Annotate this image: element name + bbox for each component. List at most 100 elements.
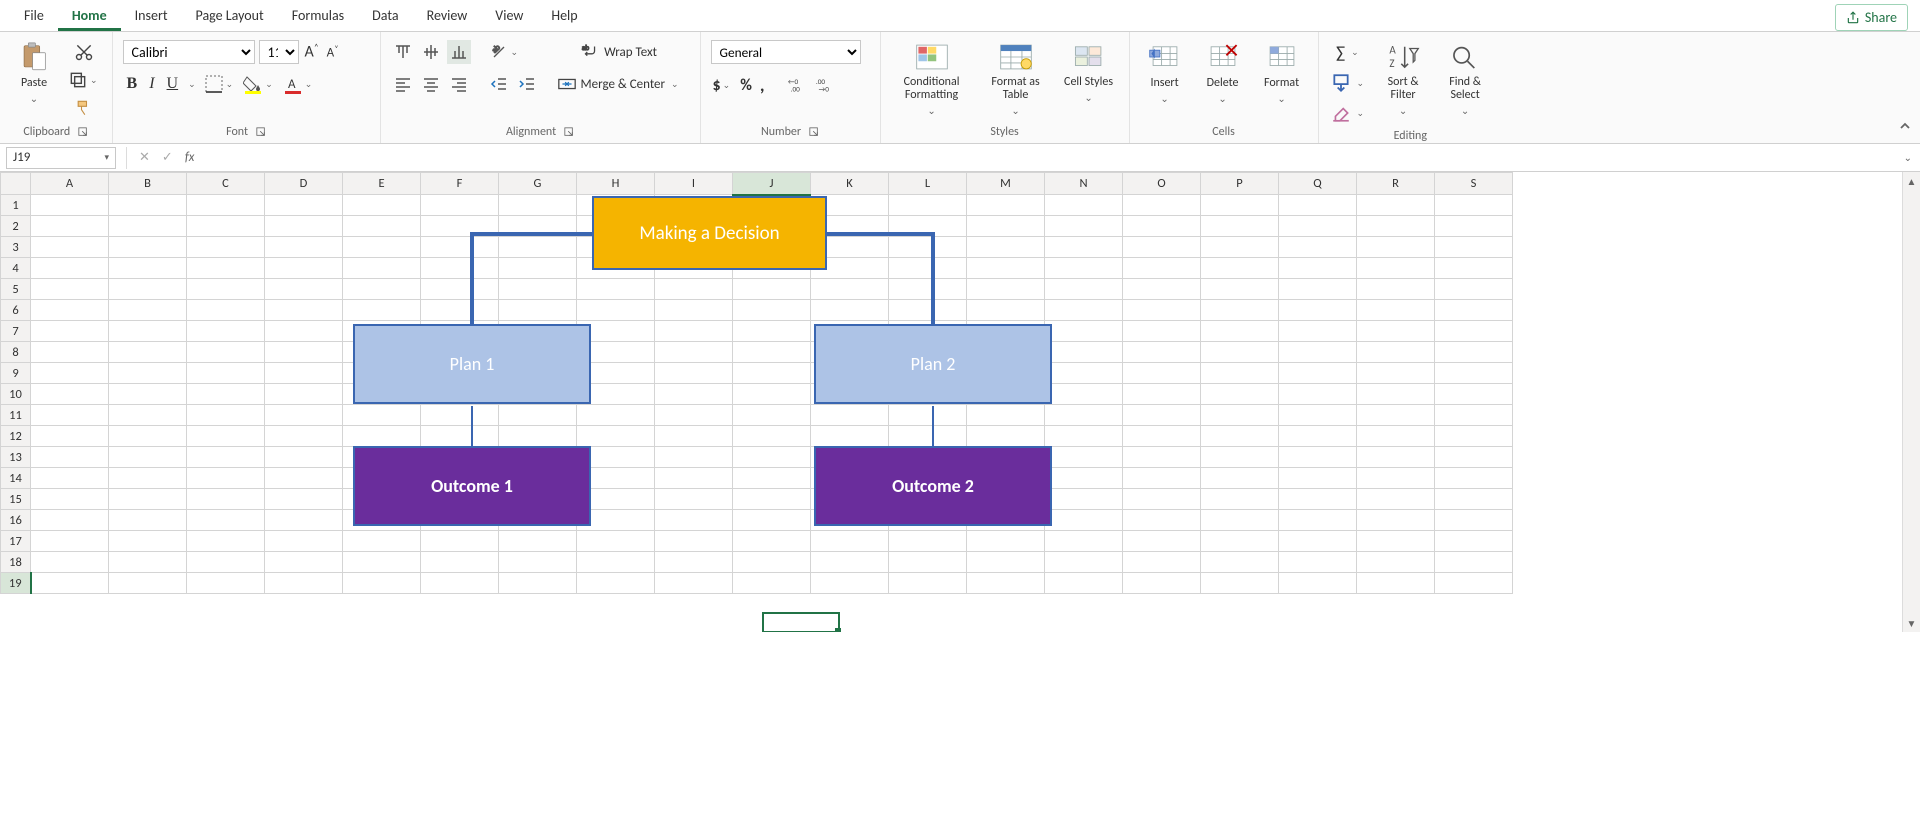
cell[interactable] [1123, 258, 1201, 279]
cell[interactable] [187, 426, 265, 447]
cell[interactable] [421, 237, 499, 258]
cell[interactable] [1123, 195, 1201, 216]
cell[interactable] [655, 342, 733, 363]
cell[interactable] [109, 237, 187, 258]
cell[interactable] [499, 573, 577, 594]
cell[interactable] [109, 342, 187, 363]
cell[interactable] [1045, 279, 1123, 300]
cell[interactable] [1201, 216, 1279, 237]
cell[interactable] [1279, 300, 1357, 321]
cell[interactable] [187, 216, 265, 237]
cell[interactable] [1045, 363, 1123, 384]
cell[interactable] [1123, 468, 1201, 489]
cell[interactable] [733, 426, 811, 447]
cell[interactable] [343, 258, 421, 279]
formula-input[interactable] [200, 147, 1895, 169]
cell[interactable] [265, 321, 343, 342]
cell[interactable] [31, 531, 109, 552]
cell[interactable] [1279, 342, 1357, 363]
cell[interactable] [1201, 468, 1279, 489]
tab-page-layout[interactable]: Page Layout [182, 1, 278, 31]
cell[interactable] [733, 468, 811, 489]
number-dialog-launcher-icon[interactable] [809, 127, 819, 137]
accounting-format-button[interactable]: $⌄ [711, 74, 735, 97]
cell[interactable] [1435, 510, 1513, 531]
cell[interactable] [889, 405, 967, 426]
cell[interactable] [343, 405, 421, 426]
cell[interactable] [733, 279, 811, 300]
cell[interactable] [109, 195, 187, 216]
cell[interactable] [187, 195, 265, 216]
cell[interactable] [187, 258, 265, 279]
cell[interactable] [31, 447, 109, 468]
font-size-select[interactable]: 11 [259, 40, 299, 64]
italic-button[interactable]: I [145, 75, 158, 93]
cell[interactable] [1123, 216, 1201, 237]
cell[interactable] [1435, 195, 1513, 216]
align-bottom-button[interactable] [447, 40, 471, 64]
cell[interactable] [1045, 426, 1123, 447]
cell[interactable] [109, 552, 187, 573]
spreadsheet-grid[interactable]: ABCDEFGHIJKLMNOPQRS 12345678910111213141… [0, 172, 1920, 632]
copy-button[interactable]: ⌄ [66, 68, 102, 92]
cell[interactable] [187, 321, 265, 342]
col-header[interactable]: R [1357, 173, 1435, 195]
row-header[interactable]: 3 [1, 237, 31, 258]
cell[interactable] [421, 300, 499, 321]
col-header[interactable]: A [31, 173, 109, 195]
cell[interactable] [109, 426, 187, 447]
cell[interactable] [889, 552, 967, 573]
cell[interactable] [1201, 342, 1279, 363]
cell[interactable] [655, 363, 733, 384]
cell[interactable] [1435, 552, 1513, 573]
cell[interactable] [811, 279, 889, 300]
col-header[interactable]: K [811, 173, 889, 195]
vertical-scrollbar[interactable]: ▲ ▼ [1902, 172, 1920, 632]
tab-home[interactable]: Home [58, 1, 121, 31]
cell[interactable] [31, 552, 109, 573]
comma-button[interactable]: , [758, 72, 767, 98]
col-header[interactable]: O [1123, 173, 1201, 195]
cell[interactable] [1435, 321, 1513, 342]
cell[interactable] [967, 279, 1045, 300]
cell[interactable] [31, 573, 109, 594]
cell[interactable] [343, 552, 421, 573]
cell[interactable] [343, 300, 421, 321]
cell[interactable] [1045, 552, 1123, 573]
cell[interactable] [1123, 447, 1201, 468]
cell[interactable] [265, 510, 343, 531]
cell[interactable] [1357, 552, 1435, 573]
cell[interactable] [733, 447, 811, 468]
fill-color-button[interactable]: ⌄ [241, 72, 277, 96]
cell[interactable] [655, 510, 733, 531]
cell[interactable] [733, 321, 811, 342]
row-header[interactable]: 13 [1, 447, 31, 468]
tab-help[interactable]: Help [537, 1, 591, 31]
formula-cancel-button[interactable]: ✕ [133, 150, 156, 165]
cell[interactable] [733, 510, 811, 531]
cell[interactable] [1123, 426, 1201, 447]
cut-button[interactable] [66, 40, 102, 64]
cell[interactable] [421, 405, 499, 426]
fill-button[interactable]: ⌄ [1329, 71, 1369, 95]
cell[interactable] [889, 258, 967, 279]
cell[interactable] [1123, 342, 1201, 363]
cell[interactable] [1357, 573, 1435, 594]
cell[interactable] [31, 321, 109, 342]
cell[interactable] [1123, 300, 1201, 321]
cell[interactable] [265, 279, 343, 300]
col-header[interactable]: D [265, 173, 343, 195]
cell[interactable] [1279, 468, 1357, 489]
cell[interactable] [1045, 342, 1123, 363]
cell[interactable] [499, 258, 577, 279]
sort-filter-button[interactable]: AZ Sort & Filter⌄ [1376, 40, 1430, 117]
cell[interactable] [1357, 468, 1435, 489]
cell[interactable] [343, 195, 421, 216]
cell[interactable] [499, 279, 577, 300]
row-header[interactable]: 18 [1, 552, 31, 573]
cell[interactable] [1201, 195, 1279, 216]
cell[interactable] [343, 216, 421, 237]
cell[interactable] [1435, 300, 1513, 321]
cell[interactable] [109, 531, 187, 552]
cell[interactable] [811, 552, 889, 573]
